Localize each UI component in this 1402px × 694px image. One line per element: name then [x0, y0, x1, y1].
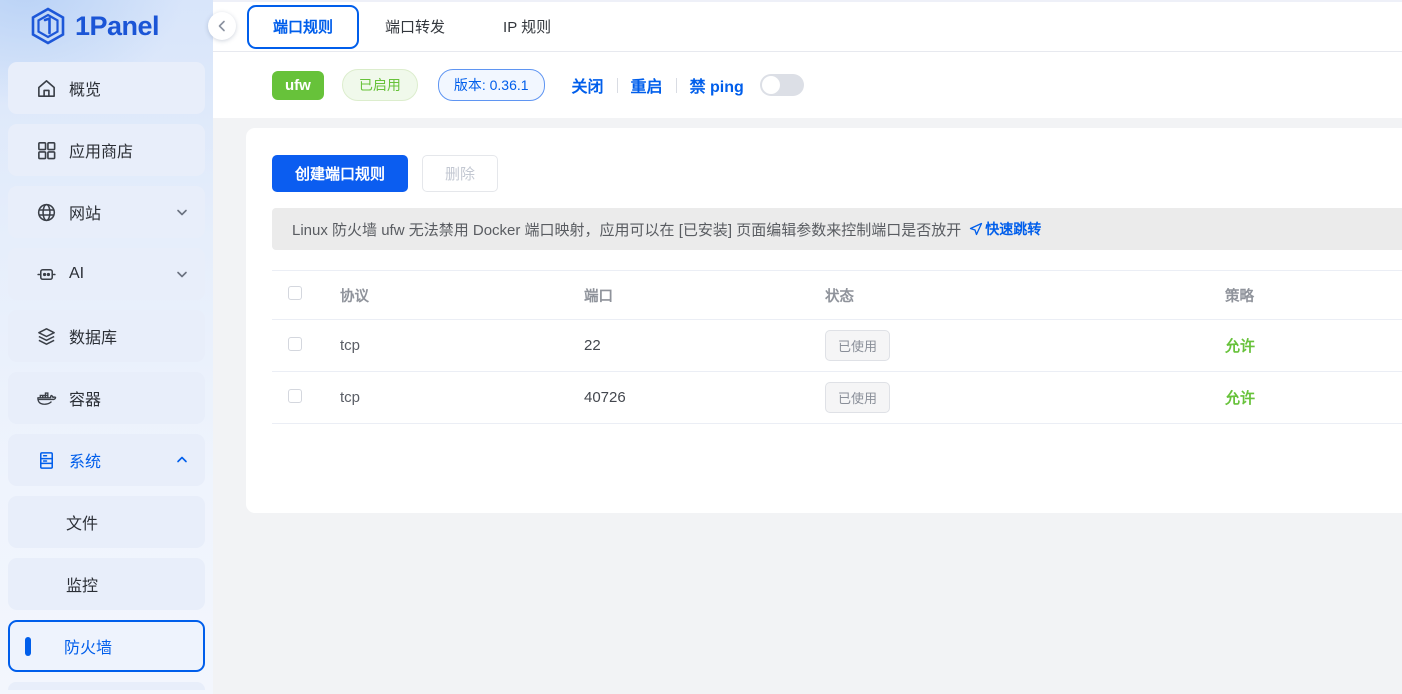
sidebar-item-files[interactable]: 文件 [8, 496, 205, 548]
table-row: tcp 22 已使用 允许 [272, 320, 1402, 372]
tab-label: 端口转发 [385, 19, 445, 36]
chevron-left-icon [216, 20, 228, 32]
divider [617, 78, 618, 93]
create-port-rule-button[interactable]: 创建端口规则 [272, 155, 408, 192]
enabled-status-badge: 已启用 [342, 69, 418, 101]
disable-ping-label: 禁 ping [690, 73, 744, 97]
status-badge: 已使用 [825, 382, 890, 413]
sidebar-item-label: 文件 [66, 510, 189, 534]
chevron-down-icon [175, 205, 189, 219]
close-firewall-link[interactable]: 关闭 [572, 73, 604, 97]
sidebar-item-label: 数据库 [69, 324, 189, 348]
sidebar-item-partial[interactable] [8, 682, 205, 690]
globe-icon [36, 202, 57, 223]
chevron-up-icon [175, 453, 189, 467]
column-header-policy: 策略 [1225, 285, 1402, 306]
sidebar-item-overview[interactable]: 概览 [8, 62, 205, 114]
active-indicator [25, 637, 31, 656]
docker-notice-banner: Linux 防火墙 ufw 无法禁用 Docker 端口映射，应用可以在 [已安… [272, 208, 1402, 250]
table-row: tcp 40726 已使用 允许 [272, 372, 1402, 424]
cell-port: 22 [584, 337, 825, 354]
cell-port: 40726 [584, 389, 825, 406]
row-checkbox[interactable] [288, 337, 302, 351]
column-header-status: 状态 [825, 285, 1225, 306]
sidebar-item-website[interactable]: 网站 [8, 186, 205, 238]
home-icon [36, 78, 57, 99]
port-rules-table: 协议 端口 状态 策略 tcp 22 已使用 允许 tcp 40726 已使用 … [272, 270, 1402, 424]
sidebar-item-label: AI [69, 265, 163, 283]
tab-ip-rules[interactable]: IP 规则 [503, 16, 551, 37]
toggle-knob [762, 76, 780, 94]
column-header-protocol: 协议 [340, 285, 584, 306]
quick-jump-link[interactable]: 快速跳转 [969, 219, 1041, 239]
grid-icon [36, 140, 57, 161]
status-badge: 已使用 [825, 330, 890, 361]
ping-toggle[interactable] [760, 74, 804, 96]
cell-policy: 允许 [1225, 335, 1402, 356]
main-area: 端口规则 端口转发 IP 规则 ufw 已启用 版本: 0.36.1 关闭 重启… [213, 0, 1402, 694]
table-header-row: 协议 端口 状态 策略 [272, 270, 1402, 320]
sidebar-item-monitoring[interactable]: 监控 [8, 558, 205, 610]
sidebar-collapse-button[interactable] [208, 12, 236, 40]
chevron-down-icon [175, 267, 189, 281]
quick-jump-label: 快速跳转 [985, 219, 1041, 239]
section-gap [213, 118, 1402, 128]
firewall-status-bar: ufw 已启用 版本: 0.36.1 关闭 重启 禁 ping [213, 52, 1402, 118]
docker-icon [36, 388, 57, 409]
divider [676, 78, 677, 93]
sidebar-item-app-store[interactable]: 应用商店 [8, 124, 205, 176]
cell-protocol: tcp [340, 337, 584, 354]
brand-name: 1Panel [75, 11, 159, 42]
sidebar-item-label: 监控 [66, 572, 189, 596]
tab-port-rules[interactable]: 端口规则 [247, 5, 359, 49]
version-badge: 版本: 0.36.1 [438, 69, 545, 101]
toolbar: 创建端口规则 删除 [272, 155, 1402, 192]
sidebar-item-label: 网站 [69, 200, 163, 224]
notice-text: Linux 防火墙 ufw 无法禁用 Docker 端口映射，应用可以在 [已安… [292, 219, 961, 240]
column-header-port: 端口 [584, 285, 825, 306]
navigation-icon [969, 222, 983, 236]
robot-icon [36, 264, 57, 285]
page-background [213, 513, 1402, 694]
tab-port-forwarding[interactable]: 端口转发 [385, 16, 445, 37]
firewall-name-badge: ufw [272, 71, 324, 100]
sidebar-item-label: 应用商店 [69, 138, 189, 162]
select-all-checkbox[interactable] [288, 286, 302, 300]
port-rules-card: 创建端口规则 删除 Linux 防火墙 ufw 无法禁用 Docker 端口映射… [246, 128, 1402, 513]
sidebar: 1Panel 概览 应用商店 网站 [0, 0, 213, 694]
tab-bar: 端口规则 端口转发 IP 规则 [213, 0, 1402, 52]
sidebar-item-container[interactable]: 容器 [8, 372, 205, 424]
sidebar-item-label: 容器 [69, 386, 189, 410]
delete-button[interactable]: 删除 [422, 155, 498, 192]
tab-label: IP 规则 [503, 19, 551, 36]
sidebar-nav: 概览 应用商店 网站 AI [0, 52, 213, 690]
cell-policy: 允许 [1225, 387, 1402, 408]
layers-icon [36, 326, 57, 347]
sidebar-item-label: 系统 [69, 448, 163, 472]
sidebar-item-system[interactable]: 系统 [8, 434, 205, 486]
brand-logo[interactable]: 1Panel [0, 0, 213, 52]
restart-firewall-link[interactable]: 重启 [631, 73, 663, 97]
sidebar-item-label: 概览 [69, 76, 189, 100]
1panel-logo-icon [30, 7, 66, 45]
sidebar-item-ai[interactable]: AI [8, 248, 205, 300]
tab-label: 端口规则 [273, 16, 333, 37]
sidebar-item-database[interactable]: 数据库 [8, 310, 205, 362]
server-icon [36, 450, 57, 471]
sidebar-item-firewall[interactable]: 防火墙 [8, 620, 205, 672]
row-checkbox[interactable] [288, 389, 302, 403]
cell-protocol: tcp [340, 389, 584, 406]
sidebar-item-label: 防火墙 [64, 634, 187, 658]
